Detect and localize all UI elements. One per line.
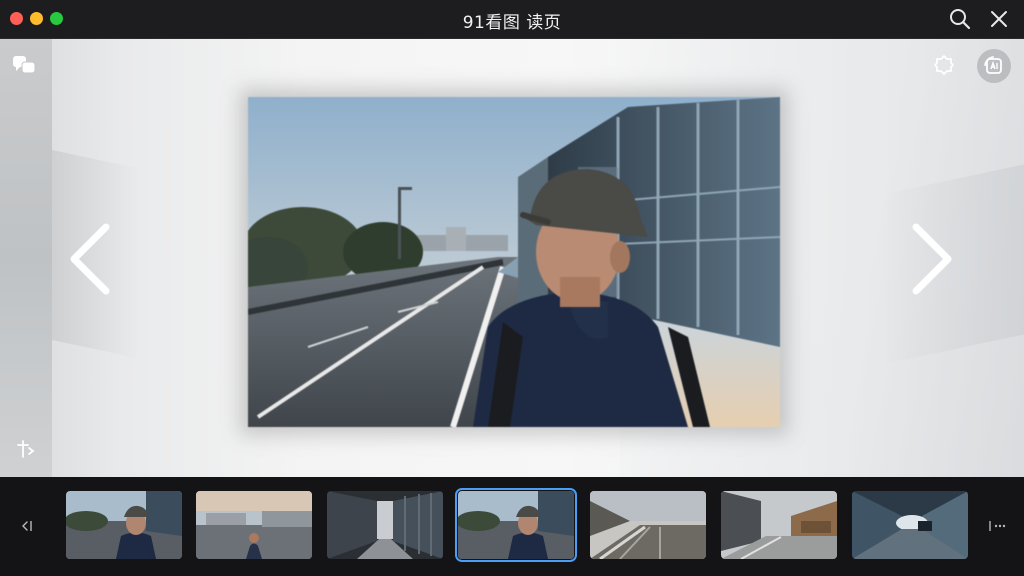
comment-button[interactable] — [11, 53, 39, 81]
search-button[interactable] — [947, 6, 973, 32]
more-thumbnails-button[interactable] — [986, 515, 1008, 537]
thumbnail-image — [852, 491, 968, 559]
thumbnail-image — [721, 491, 837, 559]
image-viewer — [0, 39, 1024, 477]
previous-image-button[interactable] — [66, 219, 116, 299]
rotate-button[interactable] — [13, 437, 41, 465]
chevron-left-bar-icon — [22, 521, 32, 531]
thumbnail-image — [327, 491, 443, 559]
ai-enhance-button[interactable] — [977, 49, 1011, 83]
filmstrip — [0, 477, 1024, 576]
close-viewer-button[interactable] — [986, 6, 1012, 32]
thumbnail-image — [66, 491, 182, 559]
left-tool-panel — [0, 39, 52, 477]
window-title: 91看图 读页 — [462, 13, 562, 33]
more-icon — [989, 521, 1006, 531]
app-window: 91看图 读页 — [0, 0, 1024, 576]
photo-image — [228, 97, 781, 428]
thumbnail-image — [458, 491, 574, 559]
search-icon — [950, 9, 971, 30]
tag-button[interactable] — [930, 51, 958, 79]
close-icon — [991, 11, 1007, 27]
title-bar: 91看图 读页 — [0, 0, 1024, 39]
rotate-icon — [17, 440, 35, 458]
thumbnail-3[interactable] — [327, 491, 443, 559]
next-image-button[interactable] — [906, 219, 956, 299]
ai-enhance-icon — [984, 56, 1002, 74]
chevron-right-icon — [912, 223, 952, 295]
chevron-left-icon — [70, 223, 110, 295]
thumbnail-2[interactable] — [196, 491, 312, 559]
chat-icon — [13, 56, 36, 74]
thumbnail-6[interactable] — [721, 491, 837, 559]
thumbnail-1[interactable] — [66, 491, 182, 559]
collapse-strip-button[interactable] — [17, 515, 39, 537]
thumbnail-image — [590, 491, 706, 559]
thumbnail-image — [196, 491, 312, 559]
thumbnail-4-selected[interactable] — [455, 488, 577, 562]
thumbnail-5[interactable] — [590, 491, 706, 559]
main-photo — [228, 97, 781, 428]
thumbnail-7[interactable] — [852, 491, 968, 559]
tag-icon — [934, 55, 954, 75]
